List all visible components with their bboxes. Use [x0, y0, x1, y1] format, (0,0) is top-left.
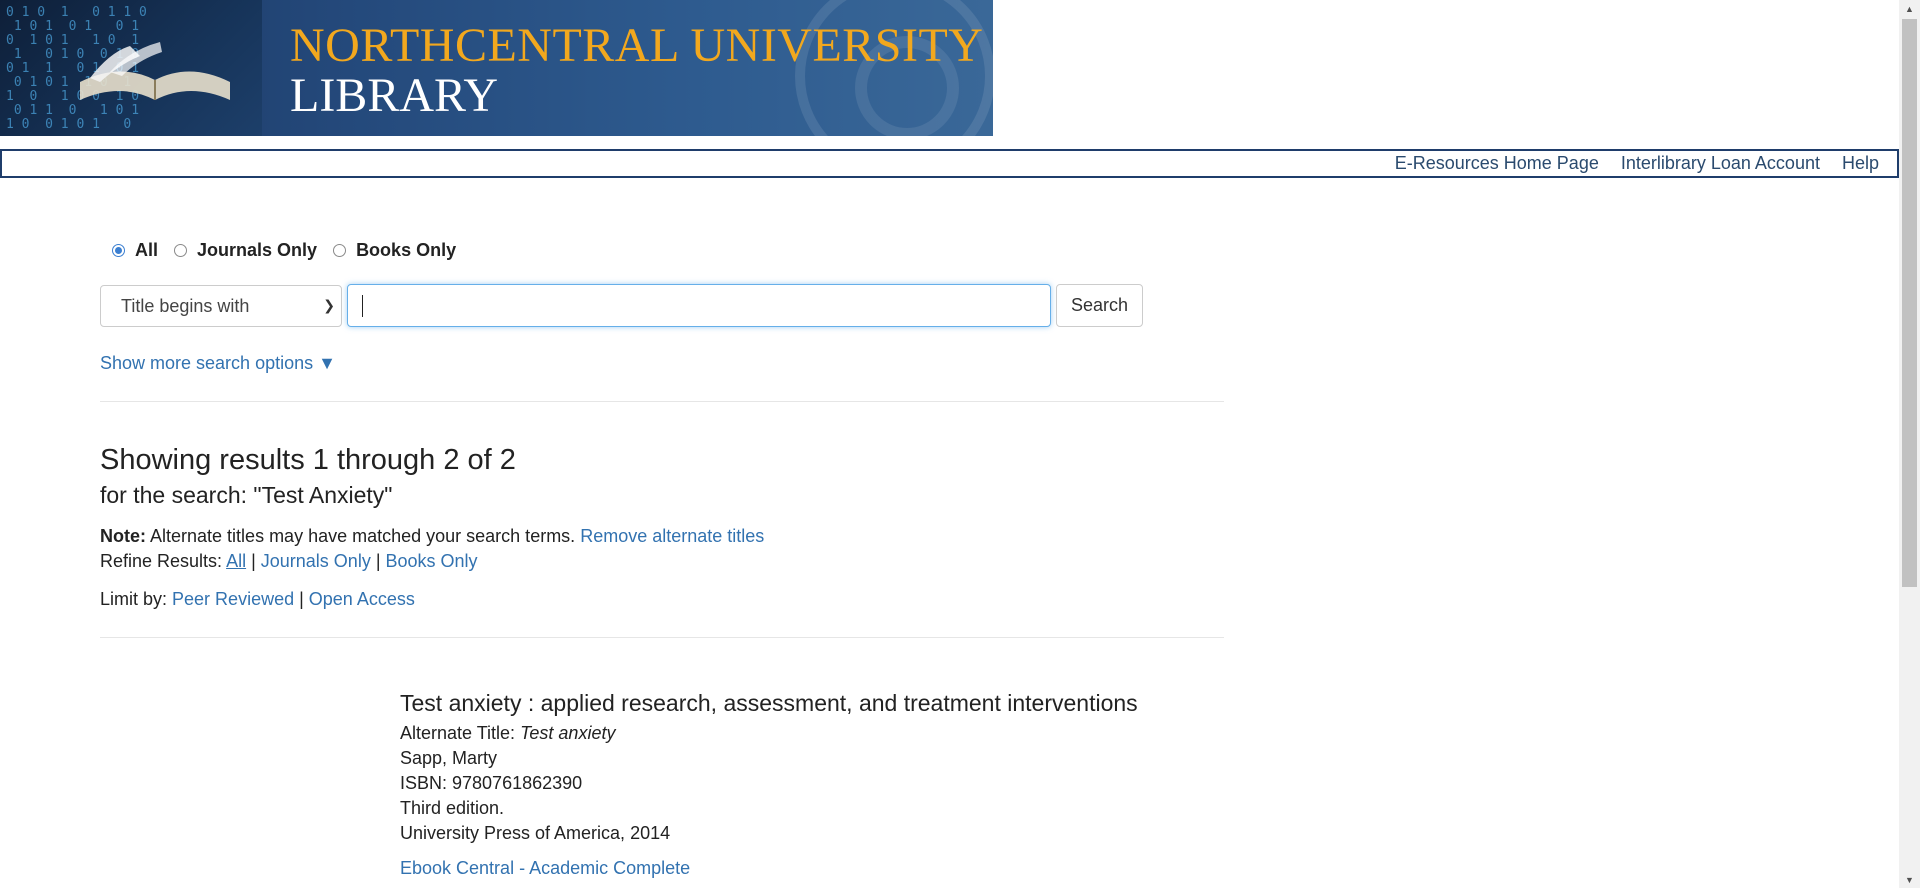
- radio-journals-only[interactable]: Journals Only: [174, 240, 317, 261]
- note-text: Alternate titles may have matched your s…: [146, 526, 581, 546]
- note-line: Note: Alternate titles may have matched …: [100, 526, 764, 547]
- nav-help[interactable]: Help: [1842, 153, 1879, 174]
- results-subheading: for the search: "Test Anxiety": [100, 482, 393, 508]
- search-type-select[interactable]: Title begins with ❯: [100, 285, 342, 327]
- radio-all-circle[interactable]: [112, 244, 125, 257]
- result-alternate-title: Alternate Title: Test anxiety: [400, 721, 1138, 746]
- divider: [100, 637, 1224, 638]
- library-banner: 0 1 0 1 0 1 1 0 1 0 1 0 1 0 1 0 1 0 1 1 …: [0, 0, 993, 136]
- banner-title: NORTHCENTRAL UNIVERSITY: [290, 19, 984, 72]
- nav-eresources-home[interactable]: E-Resources Home Page: [1395, 153, 1599, 174]
- alt-title-label: Alternate Title:: [400, 723, 521, 743]
- divider: [100, 401, 1224, 402]
- text-cursor: [362, 294, 363, 317]
- show-more-search-options[interactable]: Show more search options ▼: [100, 353, 336, 374]
- search-scope-radios: All Journals Only Books Only: [112, 240, 472, 261]
- chevron-down-icon: ❯: [323, 297, 335, 313]
- result-access-link[interactable]: Ebook Central - Academic Complete: [400, 858, 690, 879]
- result-publisher: University Press of America, 2014: [400, 823, 671, 843]
- limit-peer-reviewed-link[interactable]: Peer Reviewed: [172, 589, 294, 609]
- remove-alternate-titles-link[interactable]: Remove alternate titles: [580, 526, 764, 546]
- note-label: Note:: [100, 526, 146, 546]
- limit-open-access-link[interactable]: Open Access: [309, 589, 415, 609]
- alt-title-value: Test anxiety: [520, 723, 616, 743]
- separator: |: [294, 589, 309, 609]
- refine-books-link[interactable]: Books Only: [386, 551, 478, 571]
- radio-all-label: All: [135, 240, 159, 260]
- results-heading: Showing results 1 through 2 of 2: [100, 444, 516, 476]
- radio-all[interactable]: All: [112, 240, 158, 261]
- search-input[interactable]: [347, 284, 1051, 327]
- separator: |: [370, 551, 386, 571]
- scroll-up-icon[interactable]: ▲: [1899, 0, 1920, 17]
- result-author: Sapp, Marty: [400, 748, 498, 768]
- radio-journals-label: Journals Only: [197, 240, 318, 260]
- nav-interlibrary-loan[interactable]: Interlibrary Loan Account: [1621, 153, 1820, 174]
- vertical-scrollbar[interactable]: ▲ ▼: [1899, 0, 1920, 888]
- refine-results: Refine Results: All | Journals Only | Bo…: [100, 551, 478, 572]
- result-isbn: ISBN: 9780761862390: [400, 773, 583, 793]
- banner-subtitle: LIBRARY: [290, 69, 499, 122]
- separator: |: [246, 551, 261, 571]
- scroll-thumb[interactable]: [1902, 19, 1917, 587]
- scroll-down-icon[interactable]: ▼: [1899, 871, 1920, 888]
- radio-books-only[interactable]: Books Only: [333, 240, 456, 261]
- radio-books-circle[interactable]: [333, 244, 347, 257]
- refine-label: Refine Results:: [100, 551, 227, 571]
- search-button[interactable]: Search: [1056, 284, 1143, 327]
- limit-label: Limit by:: [100, 589, 173, 609]
- top-navigation: E-Resources Home Page Interlibrary Loan …: [0, 149, 1899, 178]
- result-title: Test anxiety : applied research, assessm…: [400, 690, 1138, 716]
- result-edition: Third edition.: [400, 798, 505, 818]
- refine-journals-link[interactable]: Journals Only: [261, 551, 371, 571]
- open-book-icon: [80, 42, 230, 100]
- result-item: Test anxiety : applied research, assessm…: [400, 690, 1138, 879]
- refine-all-link[interactable]: All: [226, 551, 246, 571]
- limit-by: Limit by: Peer Reviewed | Open Access: [100, 589, 415, 610]
- radio-journals-circle[interactable]: [174, 244, 188, 257]
- banner-artwork: 0 1 0 1 0 1 1 0 1 0 1 0 1 0 1 0 1 0 1 1 …: [0, 0, 262, 136]
- radio-books-label: Books Only: [356, 240, 457, 260]
- search-type-value: Title begins with: [121, 295, 250, 316]
